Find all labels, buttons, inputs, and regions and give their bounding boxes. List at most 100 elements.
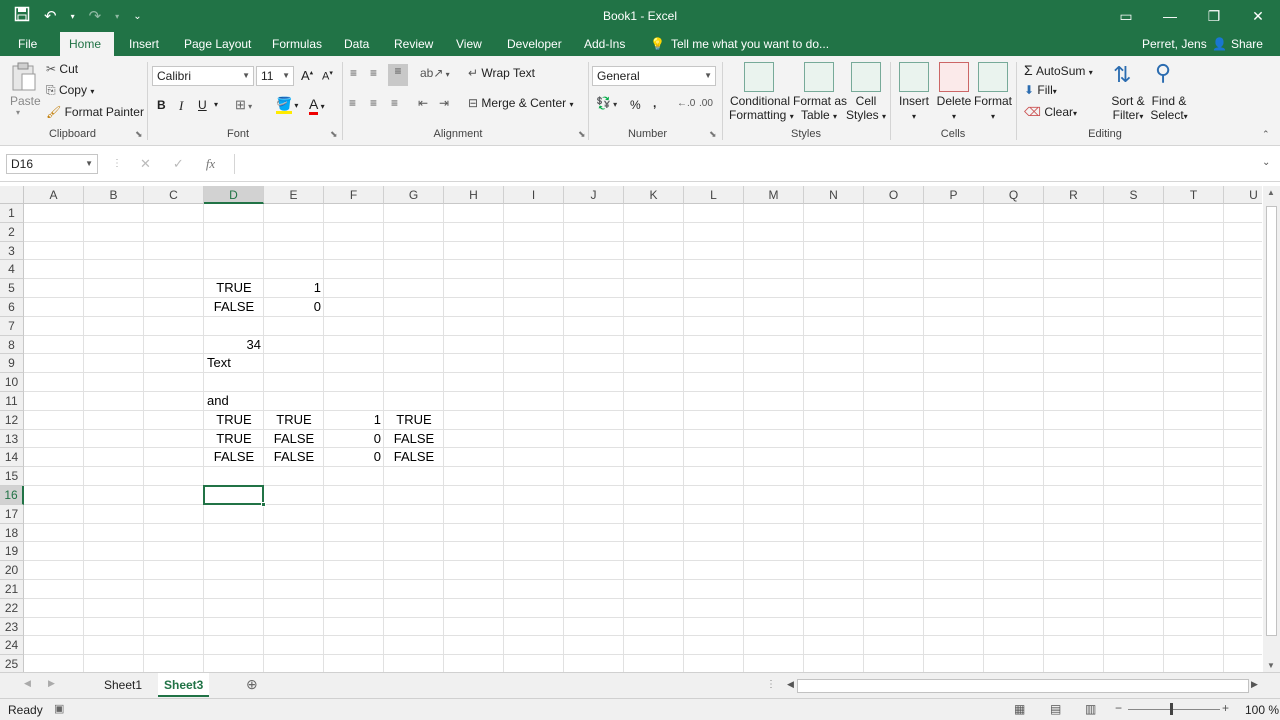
cell-d13[interactable]: TRUE bbox=[204, 430, 264, 448]
column-header-t[interactable]: T bbox=[1164, 186, 1224, 204]
underline-button[interactable]: U bbox=[198, 98, 207, 112]
row-header-2[interactable]: 2 bbox=[0, 222, 24, 242]
row-header-21[interactable]: 21 bbox=[0, 580, 24, 599]
number-format-select[interactable]: General ▼ bbox=[592, 66, 716, 86]
cell-e6[interactable]: 0 bbox=[264, 298, 324, 316]
select-all-corner[interactable] bbox=[0, 186, 24, 204]
column-header-g[interactable]: G bbox=[384, 186, 444, 204]
row-header-16[interactable]: 16 bbox=[0, 486, 24, 505]
paste-dropdown-icon[interactable]: ▾ bbox=[16, 108, 20, 117]
comma-style-button[interactable]: , bbox=[653, 96, 656, 110]
cell-d14[interactable]: FALSE bbox=[204, 448, 264, 466]
tab-developer[interactable]: Developer bbox=[498, 32, 571, 56]
alignment-launcher-icon[interactable]: ⬊ bbox=[578, 129, 586, 140]
decrease-font-icon[interactable]: A▾ bbox=[322, 69, 333, 83]
page-break-view-icon[interactable]: ▥ bbox=[1085, 702, 1096, 716]
cell-e14[interactable]: FALSE bbox=[264, 448, 324, 466]
column-header-e[interactable]: E bbox=[264, 186, 324, 204]
prev-sheet-icon[interactable]: ◀ bbox=[24, 678, 31, 689]
column-header-p[interactable]: P bbox=[924, 186, 984, 204]
column-header-n[interactable]: N bbox=[804, 186, 864, 204]
tab-review[interactable]: Review bbox=[385, 32, 442, 56]
tab-formulas[interactable]: Formulas bbox=[263, 32, 331, 56]
zoom-in-icon[interactable]: + bbox=[1222, 701, 1229, 715]
expand-formula-bar-icon[interactable]: ⌄ bbox=[1262, 157, 1270, 168]
cell-styles-button[interactable]: Cell Styles ▾ bbox=[846, 94, 886, 122]
scroll-right-icon[interactable]: ▶ bbox=[1251, 679, 1258, 690]
format-as-table-button[interactable]: Format as Table ▾ bbox=[793, 94, 847, 122]
font-launcher-icon[interactable]: ⬊ bbox=[330, 129, 338, 140]
clipboard-launcher-icon[interactable]: ⬊ bbox=[135, 129, 143, 140]
cancel-icon[interactable]: ✕ bbox=[140, 156, 151, 172]
fill-color-icon[interactable]: 🪣 ▾ bbox=[276, 96, 298, 114]
vertical-scrollbar[interactable]: ▲ ▼ bbox=[1263, 186, 1280, 672]
row-header-9[interactable]: 9 bbox=[0, 354, 24, 374]
enter-icon[interactable]: ✓ bbox=[173, 156, 184, 172]
number-launcher-icon[interactable]: ⬊ bbox=[709, 129, 717, 140]
scroll-down-icon[interactable]: ▼ bbox=[1267, 661, 1275, 670]
orientation-icon[interactable]: ab↗ ▾ bbox=[420, 66, 450, 80]
row-header-18[interactable]: 18 bbox=[0, 523, 24, 543]
italic-button[interactable]: I bbox=[179, 98, 183, 114]
decrease-decimal-icon[interactable]: .00 bbox=[699, 98, 713, 109]
increase-font-icon[interactable]: A▴ bbox=[301, 68, 313, 83]
row-header-12[interactable]: 12 bbox=[0, 410, 24, 430]
row-header-7[interactable]: 7 bbox=[0, 316, 24, 336]
normal-view-icon[interactable]: ▦ bbox=[1014, 702, 1025, 716]
cell-e12[interactable]: TRUE bbox=[264, 411, 324, 429]
conditional-formatting-button[interactable]: Conditional Formatting ▾ bbox=[729, 94, 794, 122]
row-header-3[interactable]: 3 bbox=[0, 241, 24, 261]
cell-g14[interactable]: FALSE bbox=[384, 448, 444, 466]
delete-cells-button[interactable]: Delete ▾ bbox=[936, 94, 972, 122]
cell-d5[interactable]: TRUE bbox=[204, 279, 264, 297]
close-button[interactable]: ✕ bbox=[1236, 0, 1280, 32]
ribbon-display-options-icon[interactable]: ▭ bbox=[1104, 0, 1148, 32]
align-center-icon[interactable]: ≡ bbox=[370, 96, 377, 110]
cell-g13[interactable]: FALSE bbox=[384, 430, 444, 448]
tab-page-layout[interactable]: Page Layout bbox=[175, 32, 260, 56]
row-header-19[interactable]: 19 bbox=[0, 542, 24, 562]
column-header-i[interactable]: I bbox=[504, 186, 564, 204]
column-header-j[interactable]: J bbox=[564, 186, 624, 204]
column-header-o[interactable]: O bbox=[864, 186, 924, 204]
row-header-11[interactable]: 11 bbox=[0, 392, 24, 411]
fill-handle[interactable] bbox=[261, 501, 266, 507]
sheet-tab-sheet1[interactable]: Sheet1 bbox=[98, 673, 148, 697]
format-painter-button[interactable]: 🖌 Format Painter bbox=[46, 105, 144, 119]
cell-d12[interactable]: TRUE bbox=[204, 411, 264, 429]
zoom-slider-thumb[interactable] bbox=[1170, 703, 1173, 715]
middle-align-icon[interactable]: ≡ bbox=[370, 66, 377, 80]
row-header-13[interactable]: 13 bbox=[0, 429, 24, 449]
cell-d6[interactable]: FALSE bbox=[204, 298, 264, 316]
row-header-5[interactable]: 5 bbox=[0, 279, 24, 298]
increase-decimal-icon[interactable]: ←.0 bbox=[677, 98, 695, 109]
minimize-button[interactable]: — bbox=[1148, 0, 1192, 32]
paste-button[interactable]: Paste bbox=[10, 94, 41, 108]
tab-view[interactable]: View bbox=[447, 32, 491, 56]
vertical-scroll-thumb[interactable] bbox=[1266, 206, 1277, 636]
new-sheet-icon[interactable]: ⊕ bbox=[246, 676, 258, 693]
tab-file[interactable]: File bbox=[9, 32, 46, 56]
row-header-10[interactable]: 10 bbox=[0, 373, 24, 392]
tab-split-icon[interactable]: ⋮ bbox=[766, 679, 776, 690]
column-header-l[interactable]: L bbox=[684, 186, 744, 204]
row-header-20[interactable]: 20 bbox=[0, 561, 24, 580]
column-header-a[interactable]: A bbox=[24, 186, 84, 204]
row-header-23[interactable]: 23 bbox=[0, 617, 24, 637]
row-header-24[interactable]: 24 bbox=[0, 636, 24, 656]
collapse-ribbon-icon[interactable]: ⌃ bbox=[1262, 129, 1270, 140]
name-box[interactable]: D16 ▼ bbox=[6, 154, 98, 174]
tab-data[interactable]: Data bbox=[335, 32, 378, 56]
zoom-slider[interactable] bbox=[1128, 709, 1220, 710]
cell-e13[interactable]: FALSE bbox=[264, 430, 324, 448]
find-select-button[interactable]: Find & Select▾ bbox=[1147, 94, 1191, 122]
align-left-icon[interactable]: ≡ bbox=[349, 96, 356, 110]
clear-button[interactable]: ⌫ Clear▾ bbox=[1024, 105, 1077, 119]
wrap-text-button[interactable]: ↵ Wrap Text bbox=[468, 66, 535, 80]
scroll-up-icon[interactable]: ▲ bbox=[1267, 188, 1275, 197]
tab-insert[interactable]: Insert bbox=[120, 32, 168, 56]
cell-f12[interactable]: 1 bbox=[324, 411, 384, 429]
column-header-m[interactable]: M bbox=[744, 186, 804, 204]
cell-g12[interactable]: TRUE bbox=[384, 411, 444, 429]
row-header-17[interactable]: 17 bbox=[0, 504, 24, 524]
